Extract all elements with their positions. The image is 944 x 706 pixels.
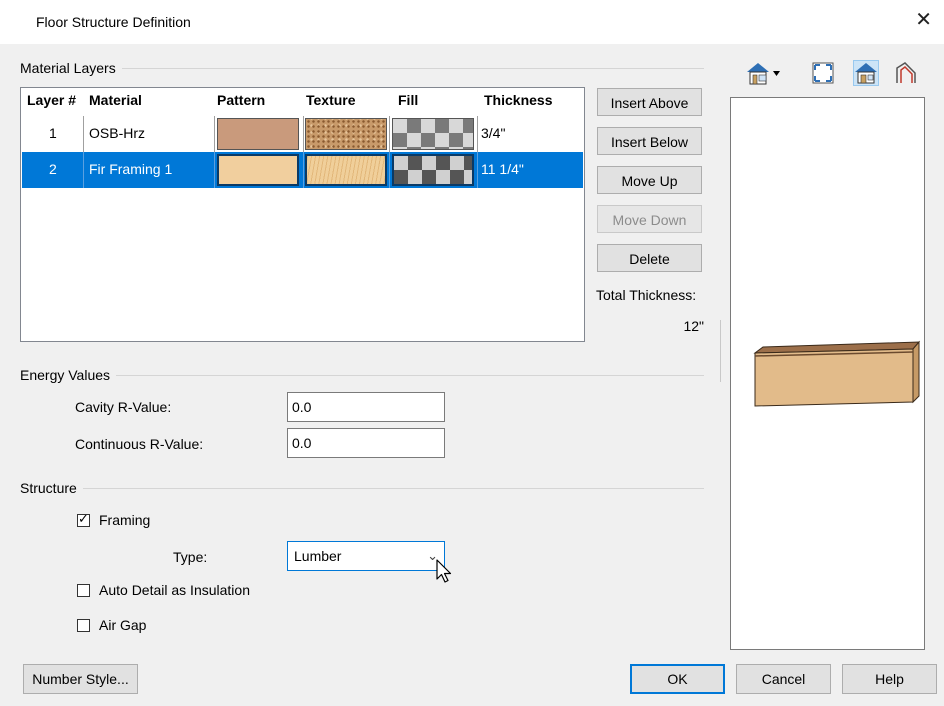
cancel-button[interactable]: Cancel xyxy=(736,664,831,694)
column-separator xyxy=(303,152,304,188)
column-separator xyxy=(83,116,84,152)
move-down-button[interactable]: Move Down xyxy=(597,205,702,233)
table-row[interactable]: 1 OSB-Hrz 3/4" xyxy=(22,116,583,152)
ok-button[interactable]: OK xyxy=(630,664,725,694)
pattern-swatch[interactable] xyxy=(217,154,299,186)
check-mark-icon: ✓ xyxy=(78,511,89,526)
framing-type-value: Lumber xyxy=(294,548,342,564)
total-thickness-value: 12" xyxy=(683,318,704,334)
structure-divider xyxy=(20,488,704,489)
column-header-layer[interactable]: Layer # xyxy=(27,92,76,108)
column-separator xyxy=(303,116,304,152)
column-separator xyxy=(477,152,478,188)
material-name: Fir Framing 1 xyxy=(89,161,173,177)
structure-label: Structure xyxy=(20,480,83,496)
view-options-icon[interactable] xyxy=(745,60,785,86)
profile-view-icon[interactable] xyxy=(893,60,919,86)
material-layers-divider xyxy=(20,68,704,69)
close-icon[interactable]: ✕ xyxy=(915,10,932,30)
total-thickness-label: Total Thickness: xyxy=(596,287,697,303)
layer-thickness: 3/4" xyxy=(481,125,506,141)
floor-structure-preview xyxy=(753,340,921,407)
column-separator xyxy=(214,152,215,188)
cavity-r-value-input[interactable] xyxy=(287,392,445,422)
insert-above-button[interactable]: Insert Above xyxy=(597,88,702,116)
energy-values-label: Energy Values xyxy=(20,367,117,383)
energy-values-divider xyxy=(20,375,704,376)
column-separator xyxy=(83,152,84,188)
framing-type-select[interactable]: Lumber ⌄ xyxy=(287,541,445,571)
continuous-r-value-input[interactable] xyxy=(287,428,445,458)
move-up-button[interactable]: Move Up xyxy=(597,166,702,194)
layer-number: 1 xyxy=(49,125,57,141)
framing-label[interactable]: Framing xyxy=(99,512,150,528)
column-separator xyxy=(389,116,390,152)
render-preview-icon[interactable] xyxy=(853,60,879,86)
material-layers-table[interactable]: Layer # Material Pattern Texture Fill Th… xyxy=(20,87,585,342)
material-layers-label: Material Layers xyxy=(20,60,122,76)
mouse-cursor-icon xyxy=(436,559,452,583)
delete-button[interactable]: Delete xyxy=(597,244,702,272)
column-header-thickness[interactable]: Thickness xyxy=(484,92,552,108)
column-separator xyxy=(477,116,478,152)
column-header-material[interactable]: Material xyxy=(89,92,142,108)
texture-swatch[interactable] xyxy=(305,118,387,150)
layer-number: 2 xyxy=(49,161,57,177)
number-style-button[interactable]: Number Style... xyxy=(23,664,138,694)
column-separator xyxy=(389,152,390,188)
preview-pane[interactable] xyxy=(730,97,925,650)
column-header-pattern[interactable]: Pattern xyxy=(217,92,265,108)
auto-detail-checkbox[interactable] xyxy=(77,584,90,597)
layer-thickness: 11 1/4" xyxy=(481,161,524,177)
framing-checkbox[interactable]: ✓ xyxy=(77,511,90,527)
column-header-fill[interactable]: Fill xyxy=(398,92,418,108)
air-gap-checkbox[interactable] xyxy=(77,619,90,632)
splitter-handle[interactable] xyxy=(720,320,721,382)
fill-window-icon[interactable] xyxy=(810,60,836,86)
dialog-title: Floor Structure Definition xyxy=(36,14,191,30)
cavity-r-value-label: Cavity R-Value: xyxy=(75,399,172,415)
material-name: OSB-Hrz xyxy=(89,125,145,141)
continuous-r-value-label: Continuous R-Value: xyxy=(75,436,204,452)
air-gap-label[interactable]: Air Gap xyxy=(99,617,146,633)
pattern-swatch[interactable] xyxy=(217,118,299,150)
framing-type-label: Type: xyxy=(173,549,208,565)
texture-swatch[interactable] xyxy=(305,154,387,186)
column-header-texture[interactable]: Texture xyxy=(306,92,356,108)
insert-below-button[interactable]: Insert Below xyxy=(597,127,702,155)
column-separator xyxy=(214,116,215,152)
table-row[interactable]: 2 Fir Framing 1 11 1/4" xyxy=(22,152,583,188)
fill-swatch[interactable] xyxy=(392,118,474,150)
fill-swatch[interactable] xyxy=(392,154,474,186)
help-button[interactable]: Help xyxy=(842,664,937,694)
auto-detail-label[interactable]: Auto Detail as Insulation xyxy=(99,582,250,598)
